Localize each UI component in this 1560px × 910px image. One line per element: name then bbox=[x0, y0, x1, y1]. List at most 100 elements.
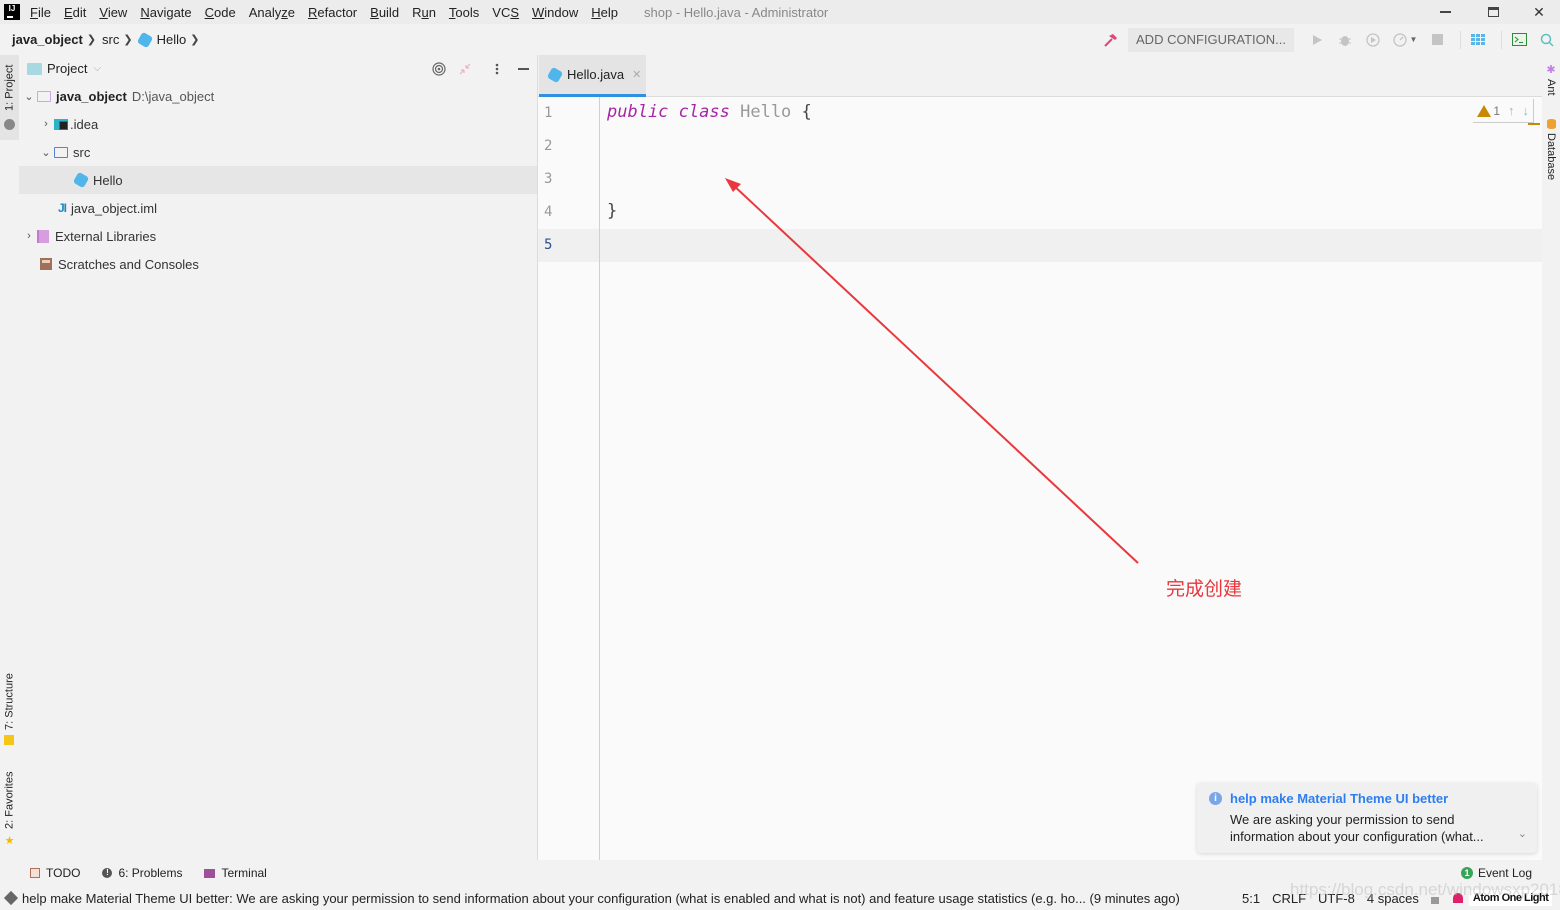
tree-node-label: Scratches and Consoles bbox=[58, 256, 199, 272]
menu-tools[interactable]: Tools bbox=[449, 5, 479, 20]
tree-node-idea[interactable]: › .idea bbox=[19, 110, 537, 138]
chevron-right-icon[interactable]: › bbox=[38, 118, 54, 130]
locate-file-icon[interactable] bbox=[429, 59, 449, 79]
run-icon[interactable] bbox=[1306, 29, 1328, 51]
add-configuration-button[interactable]: ADD CONFIGURATION... bbox=[1128, 27, 1294, 52]
left-tool-stripe: 1: Project 7: Structure ★ 2: Favorites bbox=[0, 55, 19, 860]
power-save-alarm-icon[interactable] bbox=[1452, 893, 1463, 903]
inspection-widget[interactable]: 1 ↑ ↓ bbox=[1473, 99, 1534, 123]
hide-panel-icon[interactable] bbox=[513, 59, 533, 79]
minimize-button[interactable] bbox=[1422, 0, 1468, 24]
run-with-coverage-icon[interactable] bbox=[1362, 29, 1384, 51]
intellij-logo-icon: IJ bbox=[4, 4, 20, 20]
maximize-button[interactable] bbox=[1470, 0, 1516, 24]
caret-position[interactable]: 5:1 bbox=[1242, 891, 1260, 906]
menu-view[interactable]: View bbox=[99, 5, 127, 20]
build-hammer-icon[interactable] bbox=[1100, 29, 1122, 51]
notification-balloon[interactable]: i help make Material Theme UI better We … bbox=[1197, 783, 1537, 853]
stop-icon[interactable] bbox=[1426, 29, 1448, 51]
theme-indicator[interactable]: Atom One Light bbox=[1468, 890, 1553, 906]
indent-setting[interactable]: 4 spaces bbox=[1367, 891, 1419, 906]
menu-bar: IJ File Edit View Navigate Code Analyze … bbox=[0, 0, 1560, 24]
tree-node-java-object[interactable]: ⌄ java_object D:\java_object bbox=[19, 82, 537, 110]
tree-node-iml[interactable]: JI java_object.iml bbox=[19, 194, 537, 222]
more-options-icon[interactable] bbox=[487, 59, 507, 79]
line-separator[interactable]: CRLF bbox=[1272, 891, 1306, 906]
tool-tab-event-log-label: Event Log bbox=[1477, 866, 1532, 880]
menu-help[interactable]: Help bbox=[591, 5, 618, 20]
warning-stripe-marker[interactable] bbox=[1528, 123, 1540, 125]
class-name: Hello bbox=[740, 102, 792, 122]
collapse-all-icon[interactable] bbox=[455, 59, 475, 79]
search-everywhere-icon[interactable] bbox=[1536, 29, 1558, 51]
menu-edit[interactable]: Edit bbox=[64, 5, 86, 20]
menu-file[interactable]: File bbox=[30, 5, 51, 20]
keyword-class: class bbox=[678, 102, 730, 122]
breadcrumb-src[interactable]: src bbox=[102, 32, 119, 47]
warning-count: 1 bbox=[1493, 103, 1500, 118]
menu-navigate[interactable]: Navigate bbox=[140, 5, 191, 20]
tool-tab-terminal[interactable]: Terminal bbox=[204, 866, 267, 880]
chevron-right-icon[interactable]: › bbox=[21, 230, 37, 242]
expand-chevron-icon[interactable]: ⌄ bbox=[1518, 827, 1527, 840]
tool-tab-todo[interactable]: TODO bbox=[30, 866, 80, 880]
tool-tab-ant[interactable]: ✱ Ant bbox=[1542, 63, 1560, 103]
tree-node-label: java_object bbox=[56, 88, 127, 104]
tool-tab-ant-label: Ant bbox=[1545, 79, 1557, 96]
read-only-lock-icon[interactable] bbox=[1430, 896, 1439, 904]
close-tab-icon[interactable]: ✕ bbox=[632, 68, 641, 81]
breadcrumb-separator-icon: ❯ bbox=[86, 34, 97, 46]
toolbar-divider bbox=[1501, 30, 1502, 49]
tool-tab-problems-label: 6: Problems bbox=[118, 866, 183, 880]
tree-node-path: D:\java_object bbox=[131, 88, 215, 104]
tool-tab-project[interactable]: 1: Project bbox=[0, 55, 19, 140]
tool-tab-favorites[interactable]: ★ 2: Favorites bbox=[0, 767, 19, 852]
tree-node-label: src bbox=[73, 144, 91, 160]
menu-code[interactable]: Code bbox=[205, 5, 236, 20]
debug-bug-icon[interactable] bbox=[1334, 29, 1356, 51]
notification-title-link[interactable]: help make Material Theme UI better bbox=[1230, 791, 1448, 806]
project-structure-icon[interactable] bbox=[1467, 29, 1489, 51]
menu-build[interactable]: Build bbox=[370, 5, 399, 20]
file-encoding[interactable]: UTF-8 bbox=[1318, 891, 1355, 906]
close-window-button[interactable]: ✕ bbox=[1516, 0, 1560, 24]
window-title: shop - Hello.java - Administrator bbox=[644, 4, 829, 20]
menu-vcs[interactable]: VCS bbox=[492, 5, 519, 20]
source-folder-icon bbox=[54, 146, 68, 158]
todo-icon bbox=[30, 868, 40, 878]
next-highlight-arrow-icon[interactable]: ↓ bbox=[1523, 103, 1530, 118]
menu-analyze[interactable]: Analyze bbox=[249, 5, 295, 20]
bottom-tool-stripe: TODO ! 6: Problems Terminal 1 Event Log bbox=[0, 860, 1560, 886]
terminal-toolbar-icon[interactable] bbox=[1508, 29, 1530, 51]
line-number: 4 bbox=[544, 204, 553, 220]
tree-node-scratches[interactable]: Scratches and Consoles bbox=[19, 250, 537, 278]
chevron-down-icon: ▼ bbox=[1409, 35, 1418, 44]
chevron-down-icon[interactable]: ⌄ bbox=[38, 146, 54, 159]
tool-tab-todo-label: TODO bbox=[46, 866, 81, 880]
profiler-icon[interactable]: ▼ bbox=[1390, 29, 1420, 51]
project-view-selector[interactable]: Project bbox=[47, 61, 87, 76]
chevron-down-icon[interactable]: ⌵ bbox=[93, 63, 101, 74]
java-class-icon bbox=[136, 31, 153, 48]
tool-tab-structure[interactable]: 7: Structure bbox=[0, 667, 19, 752]
status-message[interactable]: help make Material Theme UI better: We a… bbox=[22, 891, 1180, 906]
menu-refactor[interactable]: Refactor bbox=[308, 5, 357, 20]
editor-tab-bar: Hello.java ✕ bbox=[538, 55, 1542, 97]
tree-node-src[interactable]: ⌄ src bbox=[19, 138, 537, 166]
breadcrumb-project[interactable]: java_object bbox=[12, 32, 83, 47]
chevron-down-icon[interactable]: ⌄ bbox=[21, 90, 37, 103]
menu-run[interactable]: Run bbox=[412, 5, 436, 20]
breadcrumb-hello[interactable]: Hello bbox=[157, 32, 187, 47]
editor-tab-hello-java[interactable]: Hello.java ✕ bbox=[539, 55, 646, 97]
idea-folder-icon bbox=[54, 118, 68, 130]
minimize-icon bbox=[1439, 11, 1451, 13]
previous-highlight-arrow-icon[interactable]: ↑ bbox=[1508, 103, 1515, 118]
tree-node-label: .idea bbox=[70, 116, 99, 132]
tool-tab-event-log[interactable]: 1 Event Log bbox=[1460, 866, 1532, 880]
project-folder-icon bbox=[27, 62, 42, 75]
tree-node-hello[interactable]: Hello bbox=[19, 166, 537, 194]
tool-tab-problems[interactable]: ! 6: Problems bbox=[102, 866, 182, 880]
tool-tab-database[interactable]: Database bbox=[1542, 119, 1560, 189]
tree-node-external-libraries[interactable]: › External Libraries bbox=[19, 222, 537, 250]
menu-window[interactable]: Window bbox=[532, 5, 578, 20]
